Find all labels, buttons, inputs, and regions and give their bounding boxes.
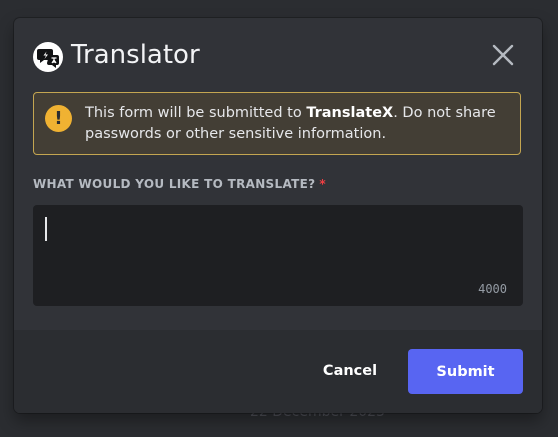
translator-app-icon [33,42,63,72]
character-limit-counter: 4000 [478,282,507,296]
translate-field-label: WHAT WOULD YOU LIKE TO TRANSLATE? * [33,177,326,191]
modal-footer: Cancel Submit [14,330,542,413]
notice-text-before: This form will be submitted to [85,105,307,121]
security-notice: ! This form will be submitted to Transla… [33,92,521,155]
modal-title: Translator [71,40,200,70]
translate-field-label-text: WHAT WOULD YOU LIKE TO TRANSLATE? [33,177,316,191]
modal-header: Translator [14,18,542,90]
notice-text: This form will be submitted to Translate… [85,103,510,145]
close-icon[interactable] [490,42,516,68]
submit-button[interactable]: Submit [408,349,523,394]
translate-input-container: 4000 [33,205,523,306]
translate-input[interactable] [33,205,523,306]
translator-modal: Translator ! This form will be submitted… [14,18,542,413]
notice-app-name: TranslateX [306,105,394,121]
cancel-button[interactable]: Cancel [310,349,390,393]
required-marker: * [319,177,326,191]
exclamation-icon: ! [45,105,72,132]
